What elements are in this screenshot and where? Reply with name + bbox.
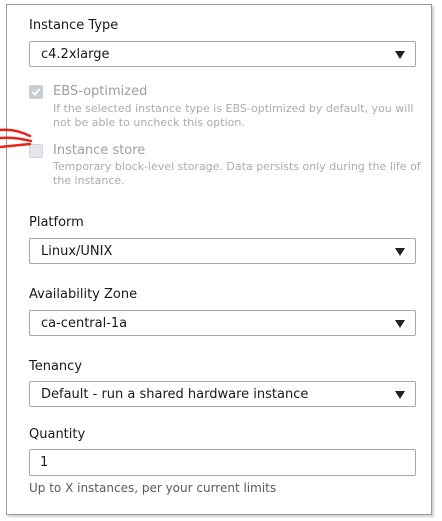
availability-zone-value: ca-central-1a: [41, 316, 128, 331]
quantity-label: Quantity: [29, 427, 86, 442]
platform-select[interactable]: Linux/UNIX: [29, 238, 416, 264]
checkmark-icon: [31, 88, 41, 96]
tenancy-label: Tenancy: [29, 359, 83, 374]
platform-value: Linux/UNIX: [41, 244, 113, 259]
instance-type-label: Instance Type: [29, 18, 119, 33]
availability-zone-select[interactable]: ca-central-1a: [29, 310, 416, 336]
tenancy-value: Default - run a shared hardware instance: [41, 387, 309, 402]
quantity-input[interactable]: [29, 449, 416, 476]
tenancy-select[interactable]: Default - run a shared hardware instance: [29, 381, 416, 407]
chevron-down-icon: [395, 51, 405, 59]
chevron-down-icon: [395, 248, 405, 256]
availability-zone-label: Availability Zone: [29, 287, 138, 302]
instance-type-select[interactable]: c4.2xlarge: [29, 41, 416, 67]
ebs-optimized-label: EBS-optimized: [53, 84, 148, 99]
instance-type-value: c4.2xlarge: [41, 47, 110, 62]
instance-config-panel: Instance Type c4.2xlarge EBS-optimized I…: [6, 4, 432, 515]
ebs-optimized-checkbox[interactable]: [29, 85, 43, 99]
chevron-down-icon: [395, 391, 405, 399]
platform-label: Platform: [29, 215, 84, 230]
quantity-hint: Up to X instances, per your current limi…: [29, 481, 277, 495]
annotation-arrow-marks: [0, 128, 33, 149]
instance-store-description: Temporary block-level storage. Data pers…: [53, 160, 421, 187]
instance-store-label: Instance store: [53, 143, 146, 158]
ebs-optimized-description: If the selected instance type is EBS-opt…: [53, 102, 414, 129]
chevron-down-icon: [395, 320, 405, 328]
